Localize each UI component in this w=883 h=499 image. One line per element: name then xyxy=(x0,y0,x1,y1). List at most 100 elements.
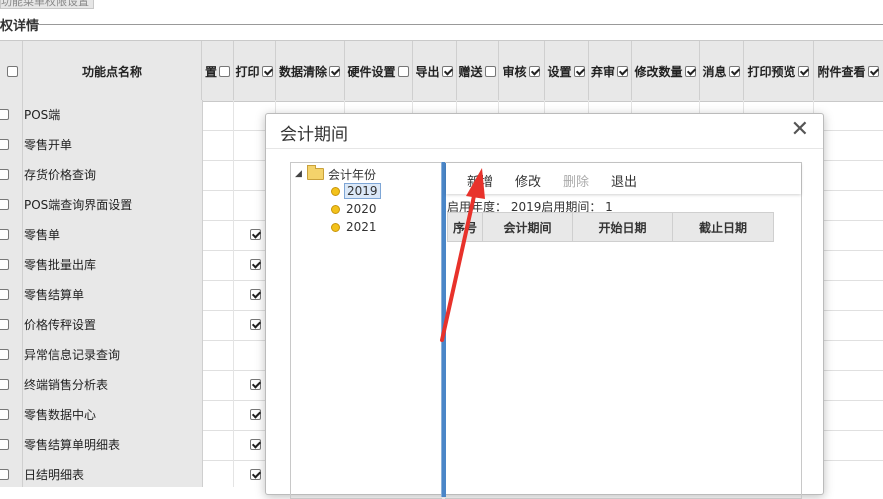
row-select-checkbox[interactable] xyxy=(0,289,9,300)
column-select-checkbox[interactable] xyxy=(484,65,496,77)
row-select-checkbox[interactable] xyxy=(0,379,9,390)
row-select-cell[interactable] xyxy=(0,310,23,340)
permission-cell[interactable] xyxy=(202,310,234,340)
row-select-checkbox[interactable] xyxy=(0,409,9,420)
row-select-cell[interactable] xyxy=(0,220,23,250)
print-permission-checkbox[interactable] xyxy=(250,469,261,480)
column-select-checkbox[interactable] xyxy=(261,65,273,77)
row-select-checkbox[interactable] xyxy=(0,469,9,480)
column-select-checkbox[interactable] xyxy=(573,65,585,77)
column-select-checkbox[interactable] xyxy=(528,65,540,77)
tree-item-2021[interactable]: 2021 xyxy=(331,219,379,235)
delete-button[interactable]: 删除 xyxy=(563,171,589,190)
column-header-3[interactable]: 数据清除 xyxy=(275,41,345,101)
function-name-cell: POS端 xyxy=(23,100,203,130)
row-select-checkbox[interactable] xyxy=(0,319,9,330)
tree-item-2020[interactable]: 2020 xyxy=(331,201,379,217)
expand-triangle-icon[interactable]: ◢ xyxy=(295,169,307,179)
function-name-cell: 异常信息记录查询 xyxy=(23,340,203,370)
function-name-cell: 零售批量出库 xyxy=(23,250,203,280)
permission-cell[interactable] xyxy=(202,280,234,310)
permission-cell[interactable] xyxy=(202,100,234,130)
row-select-checkbox[interactable] xyxy=(0,229,9,240)
row-select-cell[interactable] xyxy=(0,100,23,130)
row-select-cell[interactable] xyxy=(0,190,23,220)
column-header-7[interactable]: 审核 xyxy=(498,41,545,101)
row-select-cell[interactable] xyxy=(0,340,23,370)
print-permission-checkbox[interactable] xyxy=(250,289,261,300)
column-header-10[interactable]: 修改数量 xyxy=(631,41,700,101)
column-header-9[interactable]: 弃审 xyxy=(588,41,632,101)
column-header-6[interactable]: 赠送 xyxy=(456,41,499,101)
print-permission-checkbox[interactable] xyxy=(250,379,261,390)
permission-cell[interactable] xyxy=(202,370,234,400)
row-select-checkbox[interactable] xyxy=(0,439,9,450)
row-select-cell[interactable] xyxy=(0,460,23,487)
row-select-cell[interactable] xyxy=(0,370,23,400)
column-select-checkbox[interactable] xyxy=(329,65,340,77)
print-permission-checkbox[interactable] xyxy=(250,319,261,330)
permission-cell[interactable] xyxy=(202,430,234,460)
function-name-cell: 日结明细表 xyxy=(23,460,203,487)
permission-cell[interactable] xyxy=(202,190,234,220)
row-select-cell[interactable] xyxy=(0,130,23,160)
row-select-checkbox[interactable] xyxy=(0,169,9,180)
column-select-checkbox[interactable] xyxy=(867,65,879,77)
column-select-checkbox[interactable] xyxy=(728,65,740,77)
row-select-cell[interactable] xyxy=(0,250,23,280)
function-name-cell: 零售结算单明细表 xyxy=(23,430,203,460)
column-header-label: 设置 xyxy=(547,64,572,79)
col-period: 会计期间 xyxy=(483,213,573,241)
exit-button[interactable]: 退出 xyxy=(611,171,637,190)
row-select-cell[interactable] xyxy=(0,280,23,310)
column-header-13[interactable]: 附件查看 xyxy=(813,41,883,101)
close-icon[interactable]: ✕ xyxy=(791,117,809,143)
column-select-checkbox[interactable] xyxy=(441,65,453,77)
permission-cell[interactable] xyxy=(202,460,234,487)
select-all-checkbox-cell[interactable] xyxy=(0,41,23,101)
permission-cell[interactable] xyxy=(202,130,234,160)
column-header-1[interactable]: 置 xyxy=(202,41,234,101)
permission-cell[interactable] xyxy=(202,250,234,280)
add-button[interactable]: 新增 xyxy=(467,171,493,190)
column-select-checkbox[interactable] xyxy=(797,65,809,77)
permission-cell[interactable] xyxy=(202,160,234,190)
column-header-label: 审核 xyxy=(502,64,527,79)
column-header-4[interactable]: 硬件设置 xyxy=(344,41,413,101)
row-select-checkbox[interactable] xyxy=(0,109,9,120)
column-header-11[interactable]: 消息 xyxy=(699,41,744,101)
print-permission-checkbox[interactable] xyxy=(250,229,261,240)
edit-button[interactable]: 修改 xyxy=(515,171,541,190)
permission-cell[interactable] xyxy=(202,220,234,250)
print-permission-checkbox[interactable] xyxy=(250,439,261,450)
column-select-checkbox[interactable] xyxy=(397,65,409,77)
tree-item-label: 2020 xyxy=(346,202,377,216)
tree-item-label: 2019 xyxy=(344,183,381,199)
menu-permission-tab[interactable]: 功能菜单权限设置 xyxy=(0,0,94,9)
row-select-cell[interactable] xyxy=(0,430,23,460)
column-select-checkbox[interactable] xyxy=(219,65,230,77)
permission-cell[interactable] xyxy=(202,340,234,370)
col-start-date: 开始日期 xyxy=(573,213,673,241)
tree-root[interactable]: ◢ 会计年份 xyxy=(295,165,376,182)
column-select-checkbox[interactable] xyxy=(684,65,696,77)
column-header-label: 修改数量 xyxy=(634,64,683,79)
select-all-checkbox[interactable] xyxy=(6,65,18,77)
column-select-checkbox[interactable] xyxy=(617,65,628,77)
row-select-cell[interactable] xyxy=(0,400,23,430)
row-select-cell[interactable] xyxy=(0,160,23,190)
column-header-12[interactable]: 打印预览 xyxy=(743,41,814,101)
row-select-checkbox[interactable] xyxy=(0,259,9,270)
row-select-checkbox[interactable] xyxy=(0,349,9,360)
column-header-2[interactable]: 打印 xyxy=(233,41,276,101)
function-name-cell: 零售开单 xyxy=(23,130,203,160)
column-header-8[interactable]: 设置 xyxy=(544,41,589,101)
permission-cell[interactable] xyxy=(202,400,234,430)
fiscal-year-tree: ◢ 会计年份 2019 2020 2021 xyxy=(290,162,442,499)
tree-item-2019[interactable]: 2019 xyxy=(331,183,381,199)
print-permission-checkbox[interactable] xyxy=(250,259,261,270)
row-select-checkbox[interactable] xyxy=(0,199,9,210)
column-header-5[interactable]: 导出 xyxy=(412,41,457,101)
print-permission-checkbox[interactable] xyxy=(250,409,261,420)
row-select-checkbox[interactable] xyxy=(0,139,9,150)
